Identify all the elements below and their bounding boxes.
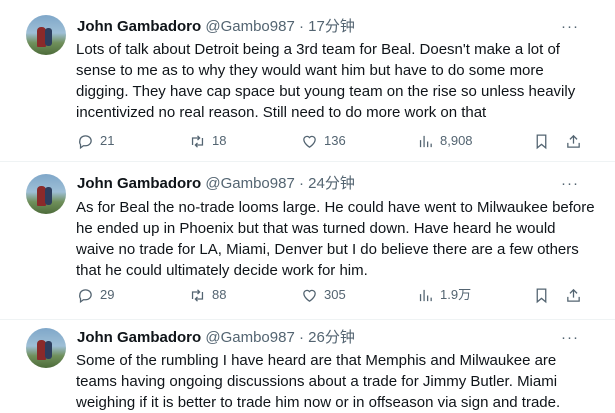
bookmark-icon <box>536 133 547 149</box>
tweet-text: Lots of talk about Detroit being a 3rd t… <box>76 41 576 121</box>
share-icon <box>567 134 580 148</box>
share-button[interactable] <box>565 131 588 151</box>
retweet-button[interactable]: 88 <box>189 285 226 305</box>
like-count: 136 <box>324 133 346 148</box>
heart-icon <box>303 289 316 302</box>
tweet-time[interactable]: · 17分钟 <box>295 18 355 35</box>
views-count: 8,908 <box>440 133 473 148</box>
reply-count: 21 <box>100 133 115 148</box>
tweet-text: As for Beal the no-trade looms large. He… <box>76 199 595 279</box>
like-count: 305 <box>324 287 346 302</box>
tweet[interactable]: John Gambadoro @Gambo987 · 26分钟 ··· Some… <box>0 320 615 413</box>
retweet-count: 18 <box>212 133 227 148</box>
retweet-button[interactable]: 18 <box>189 131 226 151</box>
tweet[interactable]: John Gambadoro @Gambo987 · 24分钟 ··· As f… <box>0 162 615 320</box>
avatar[interactable] <box>26 174 66 214</box>
reply-count: 29 <box>100 287 115 302</box>
avatar[interactable] <box>26 15 66 55</box>
author-name[interactable]: John Gambadoro <box>77 329 201 346</box>
bookmark-button[interactable] <box>533 131 556 151</box>
author-name[interactable]: John Gambadoro <box>77 175 201 192</box>
heart-icon <box>303 135 316 148</box>
reply-icon <box>79 288 92 303</box>
bookmark-icon <box>536 287 547 303</box>
author-handle[interactable]: @Gambo987 <box>205 329 294 346</box>
author-handle[interactable]: @Gambo987 <box>205 18 294 35</box>
retweet-count: 88 <box>212 287 227 302</box>
tweet[interactable]: John Gambadoro @Gambo987 · 17分钟 ··· Lots… <box>0 0 615 162</box>
like-button[interactable]: 136 <box>301 131 346 151</box>
bookmark-button[interactable] <box>533 285 556 305</box>
more-dots-icon[interactable]: ··· <box>560 174 580 194</box>
author-name[interactable]: John Gambadoro <box>77 18 201 35</box>
like-button[interactable]: 305 <box>301 285 346 305</box>
views-chart-icon <box>419 135 432 147</box>
views-count: 1.9万 <box>440 287 472 302</box>
retweet-icon <box>191 288 204 302</box>
more-dots-icon[interactable]: ··· <box>560 328 580 348</box>
reply-button[interactable]: 29 <box>77 285 114 305</box>
tweet-text: Some of the rumbling I have heard are th… <box>76 352 561 411</box>
reply-icon <box>79 134 92 149</box>
retweet-icon <box>191 134 204 148</box>
share-button[interactable] <box>565 285 588 305</box>
author-handle[interactable]: @Gambo987 <box>205 175 294 192</box>
share-icon <box>567 288 580 302</box>
reply-button[interactable]: 21 <box>77 131 114 151</box>
views-button[interactable]: 1.9万 <box>417 285 471 305</box>
more-dots-icon[interactable]: ··· <box>560 17 580 37</box>
tweet-time[interactable]: · 24分钟 <box>295 175 355 192</box>
views-chart-icon <box>419 289 432 301</box>
views-button[interactable]: 8,908 <box>417 131 473 151</box>
avatar[interactable] <box>26 328 66 368</box>
tweet-time[interactable]: · 26分钟 <box>295 329 355 346</box>
